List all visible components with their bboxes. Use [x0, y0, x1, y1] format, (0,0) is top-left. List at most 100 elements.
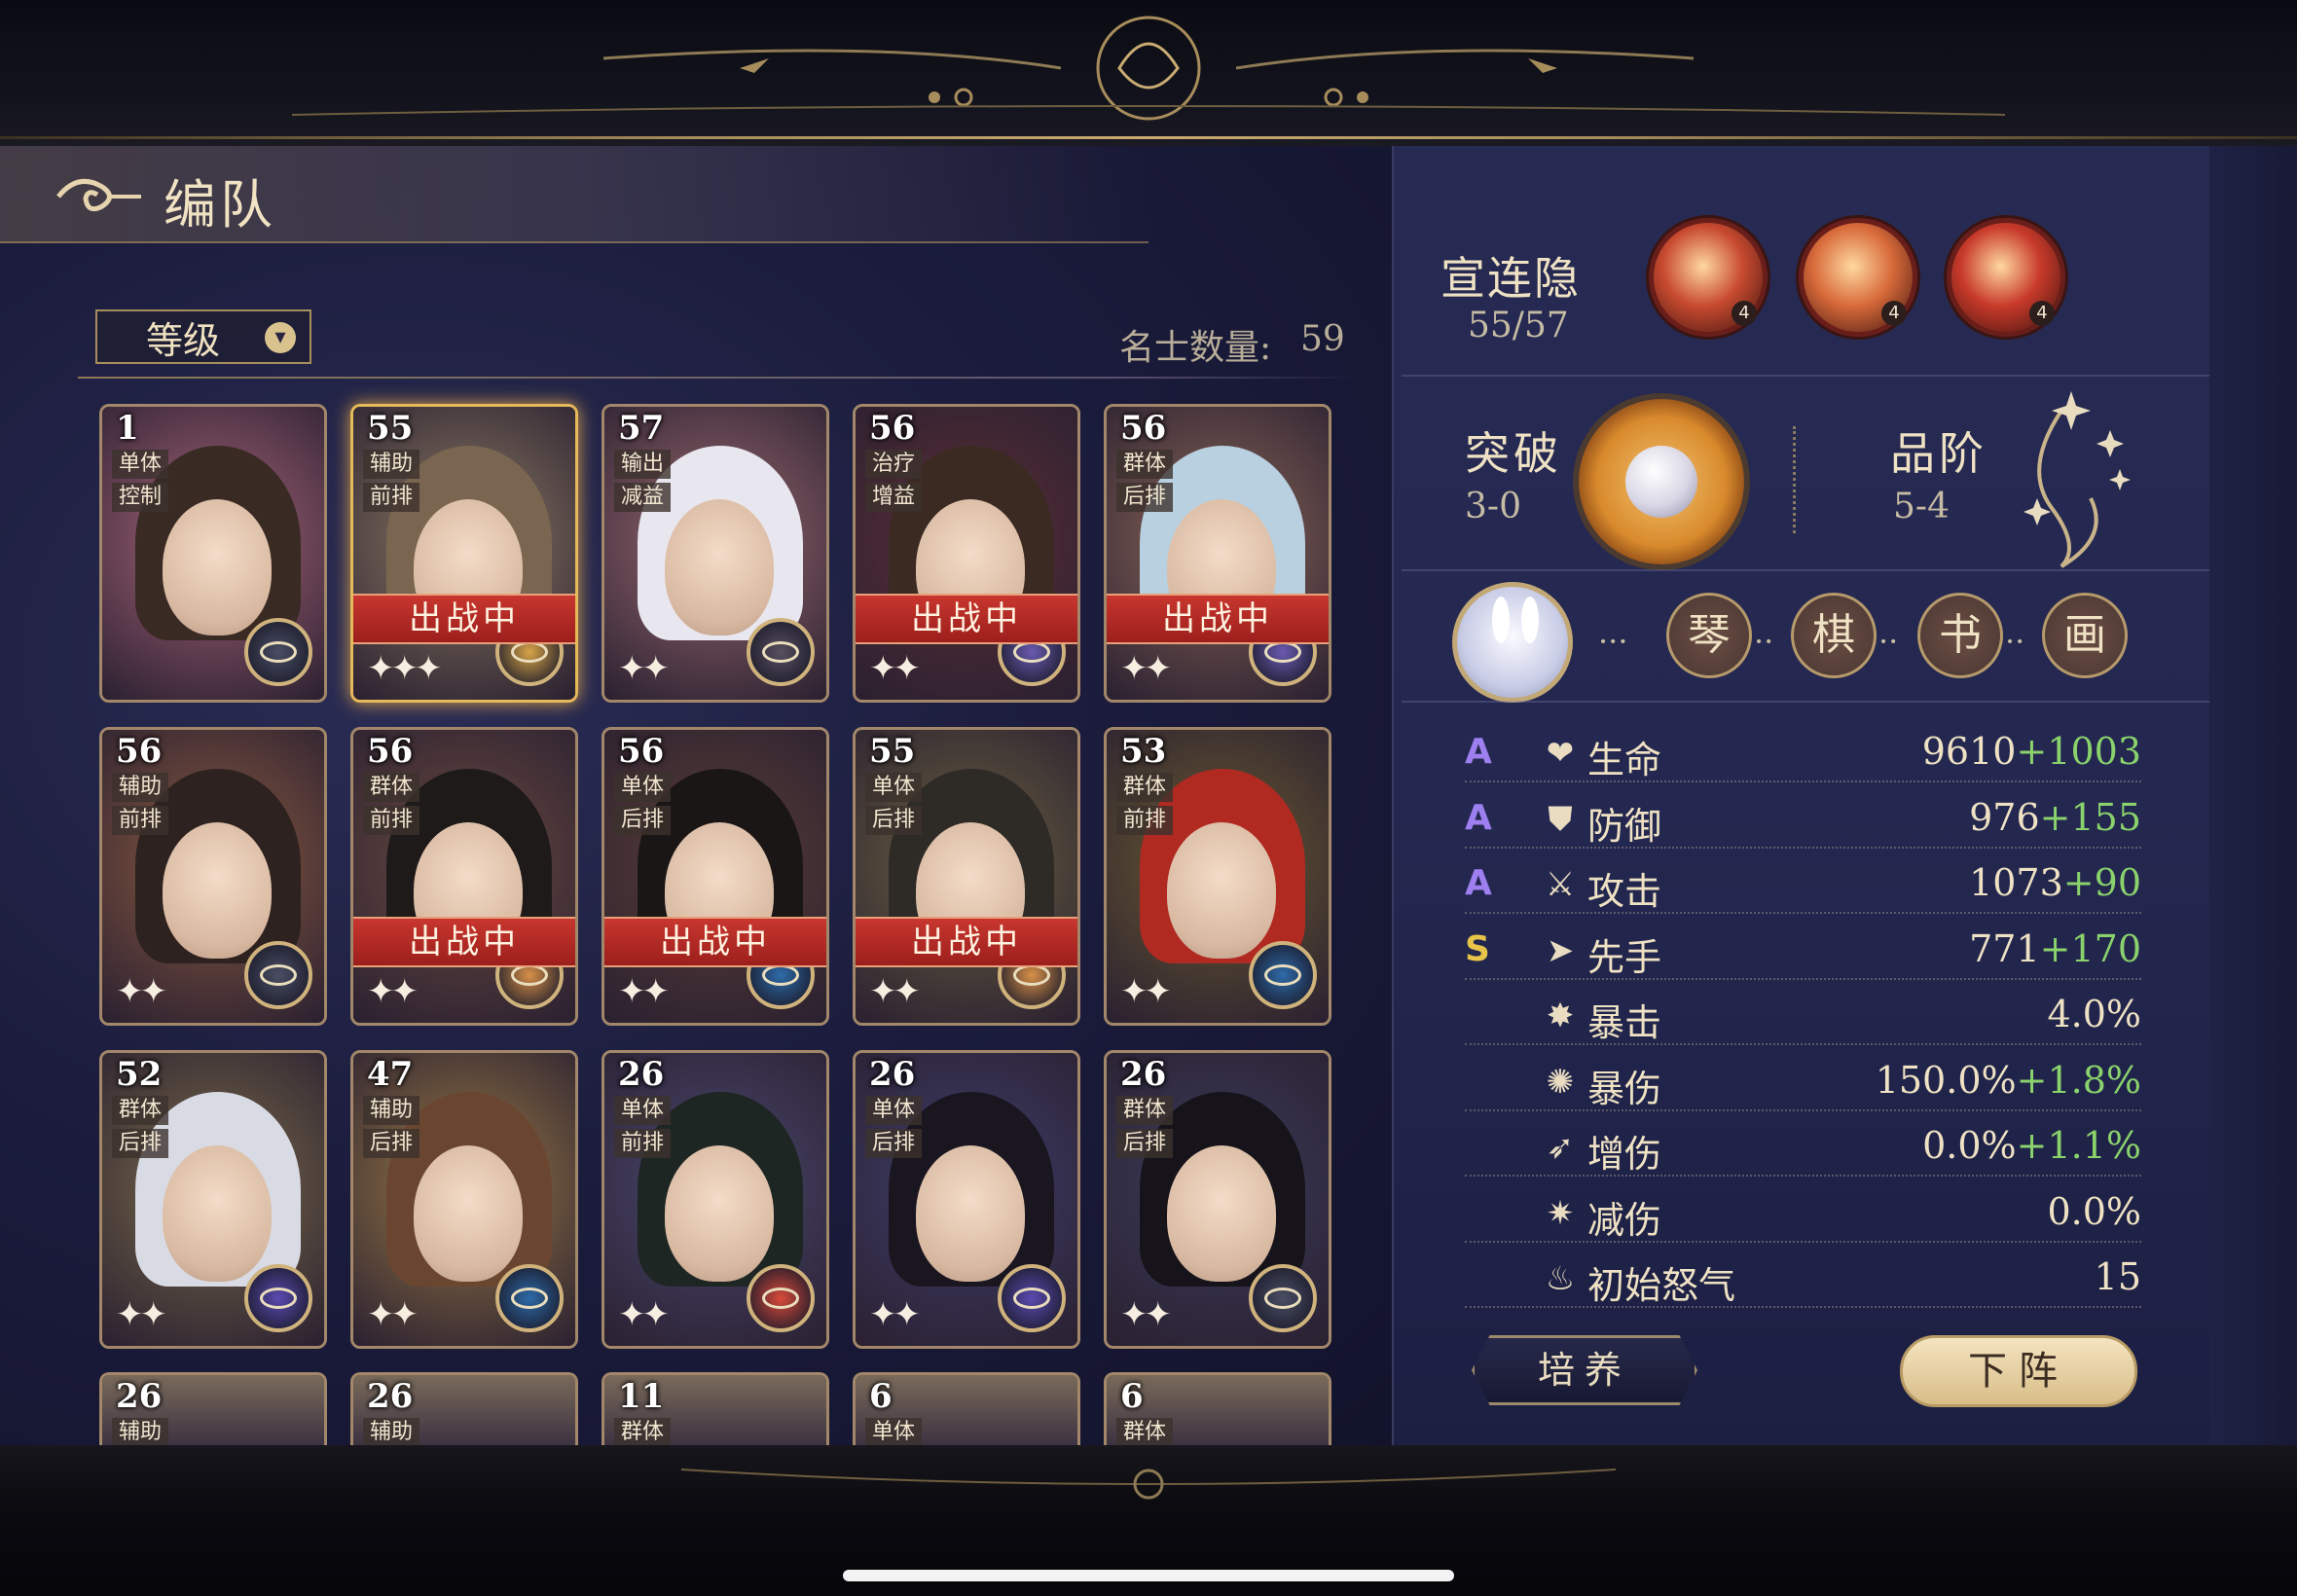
card-tag-type: 单体 — [865, 1096, 922, 1125]
stat-value: 0.0%+1.1% — [1922, 1124, 2141, 1167]
faction-emblem-icon — [998, 1264, 1066, 1332]
grade-value: 5-4 — [1893, 487, 1950, 526]
stat-row: A ⚔ 攻击 1073+90 — [1465, 855, 2141, 914]
card-tag-type: 辅助 — [112, 773, 168, 802]
stat-base: 1073 — [1969, 861, 2063, 904]
card-tag-type: 群体 — [1116, 773, 1173, 802]
hero-card[interactable]: 6 单体 — [853, 1372, 1080, 1448]
hero-card[interactable]: 56 辅助 前排 ✦✦ — [99, 727, 327, 1026]
faction-emblem-icon — [747, 618, 815, 686]
hero-card[interactable]: 47 辅助 后排 ✦✦ — [350, 1050, 578, 1349]
deployed-banner: 出战中 — [1107, 594, 1329, 644]
card-tag-type: 辅助 — [363, 1096, 419, 1125]
card-portrait — [163, 1145, 272, 1282]
deployed-banner: 出战中 — [353, 917, 575, 967]
card-level: 26 — [869, 1055, 916, 1094]
dots-connector-icon: ·· — [1878, 623, 1899, 660]
card-level: 11 — [618, 1377, 665, 1416]
stat-name: 防御 — [1587, 804, 1662, 848]
hero-name: 宣连隐 — [1440, 252, 1581, 305]
claw-slash-icon[interactable]: 4 — [1649, 218, 1768, 337]
pet-rabbit-avatar[interactable] — [1452, 582, 1573, 703]
bottom-ornament-icon — [680, 1469, 1617, 1500]
faction-emblem-icon — [495, 1264, 564, 1332]
card-level: 56 — [367, 732, 414, 771]
section-divider — [1402, 569, 2209, 571]
star-rank-icon: ✦✦✦ — [367, 649, 442, 688]
hero-card[interactable]: 53 群体 前排 ✦✦ — [1104, 727, 1331, 1026]
stat-bonus: +1.1% — [2016, 1124, 2141, 1167]
hero-card[interactable]: 26 单体 前排 ✦✦ — [602, 1050, 829, 1349]
stat-icon: ✸ — [1546, 997, 1575, 1035]
train-button[interactable]: 培养 — [1472, 1335, 1697, 1405]
skill-level-badge: 4 — [1732, 301, 1757, 326]
star-rank-icon: ✦✦ — [869, 649, 921, 688]
hero-card[interactable]: 56 治疗 增益 ✦✦ 出战中 — [853, 404, 1080, 703]
hero-card[interactable]: 55 辅助 前排 ✦✦✦ 出战中 — [350, 404, 578, 703]
sort-dropdown[interactable]: 等级 ▾ — [95, 309, 311, 364]
hero-card[interactable]: 56 群体 后排 ✦✦ 出战中 — [1104, 404, 1331, 703]
swirl-icon[interactable]: 4 — [1799, 218, 1917, 337]
stat-value: 771+170 — [1969, 927, 2141, 970]
card-tag-position: 前排 — [1116, 806, 1173, 835]
stat-bonus: +155 — [2039, 795, 2141, 839]
undeploy-button[interactable]: 下阵 — [1900, 1335, 2137, 1407]
card-level: 56 — [869, 409, 916, 448]
hero-card[interactable]: 52 群体 后排 ✦✦ — [99, 1050, 327, 1349]
hero-card[interactable]: 26 辅助 — [350, 1372, 578, 1448]
stat-icon: ➤ — [1546, 930, 1575, 970]
art-skill-button[interactable]: 书 — [1917, 593, 2003, 678]
art-skill-button[interactable]: 琴 — [1666, 593, 1752, 678]
card-tag-type: 单体 — [865, 773, 922, 802]
hero-card[interactable]: 56 群体 前排 ✦✦ 出战中 — [350, 727, 578, 1026]
stat-icon: ➶ — [1546, 1128, 1575, 1167]
stat-bonus: +1.8% — [2016, 1058, 2141, 1102]
sun-burst-icon[interactable]: 4 — [1947, 218, 2065, 337]
card-tag-position: 控制 — [112, 483, 168, 512]
stat-icon: ✷ — [1546, 1193, 1575, 1233]
top-divider — [0, 136, 2297, 139]
stat-base: 0.0% — [1922, 1124, 2017, 1167]
hero-card[interactable]: 57 输出 减益 ✦✦ — [602, 404, 829, 703]
top-ornament-icon — [291, 16, 2006, 121]
stat-icon: ⚔ — [1545, 865, 1576, 904]
stat-value: 150.0%+1.8% — [1876, 1059, 2141, 1102]
home-indicator[interactable] — [843, 1570, 1454, 1581]
breakthrough-orb-icon[interactable] — [1579, 399, 1744, 564]
hero-card[interactable]: 26 单体 后排 ✦✦ — [853, 1050, 1080, 1349]
stat-name: 生命 — [1587, 739, 1662, 781]
card-portrait — [665, 499, 774, 635]
skill-level-badge: 4 — [2029, 301, 2055, 326]
hero-card[interactable]: 56 单体 后排 ✦✦ 出战中 — [602, 727, 829, 1026]
stat-value: 976+155 — [1969, 796, 2141, 839]
card-tag-position: 减益 — [614, 483, 671, 512]
card-portrait — [163, 822, 272, 959]
roster-count-value: 59 — [1300, 319, 1345, 359]
dots-connector-icon: ·· — [2005, 623, 2025, 660]
breakthrough-label: 突破 — [1465, 427, 1562, 480]
card-level: 26 — [116, 1377, 163, 1416]
grade-sparkle-icon[interactable] — [2003, 381, 2149, 576]
art-skill-button[interactable]: 棋 — [1791, 593, 1877, 678]
hero-card[interactable]: 11 群体 — [602, 1372, 829, 1448]
star-rank-icon: ✦✦ — [367, 972, 419, 1011]
deployed-banner: 出战中 — [856, 594, 1077, 644]
art-skill-button[interactable]: 画 — [2042, 593, 2128, 678]
card-tag-type: 单体 — [865, 1418, 922, 1447]
card-portrait — [414, 1145, 523, 1282]
stat-row: A ❤ 生命 9610+1003 — [1465, 724, 2141, 782]
breakthrough-value: 3-0 — [1465, 487, 1521, 526]
hero-card[interactable]: 6 群体 — [1104, 1372, 1331, 1448]
top-ornament-band — [0, 0, 2297, 146]
stat-icon: ⛊ — [1548, 799, 1573, 839]
hero-card[interactable]: 26 辅助 — [99, 1372, 327, 1448]
hero-card[interactable]: 55 单体 后排 ✦✦ 出战中 — [853, 727, 1080, 1026]
card-tag-type: 输出 — [614, 450, 671, 479]
hero-card[interactable]: 1 单体 控制 — [99, 404, 327, 703]
sort-dropdown-label: 等级 — [146, 318, 221, 362]
hero-card[interactable]: 26 群体 后排 ✦✦ — [1104, 1050, 1331, 1349]
faction-emblem-icon — [1249, 941, 1317, 1009]
stat-grade: S — [1465, 928, 1490, 969]
hero-level: 55/57 — [1468, 306, 1569, 345]
cloud-swirl-icon — [56, 178, 141, 212]
